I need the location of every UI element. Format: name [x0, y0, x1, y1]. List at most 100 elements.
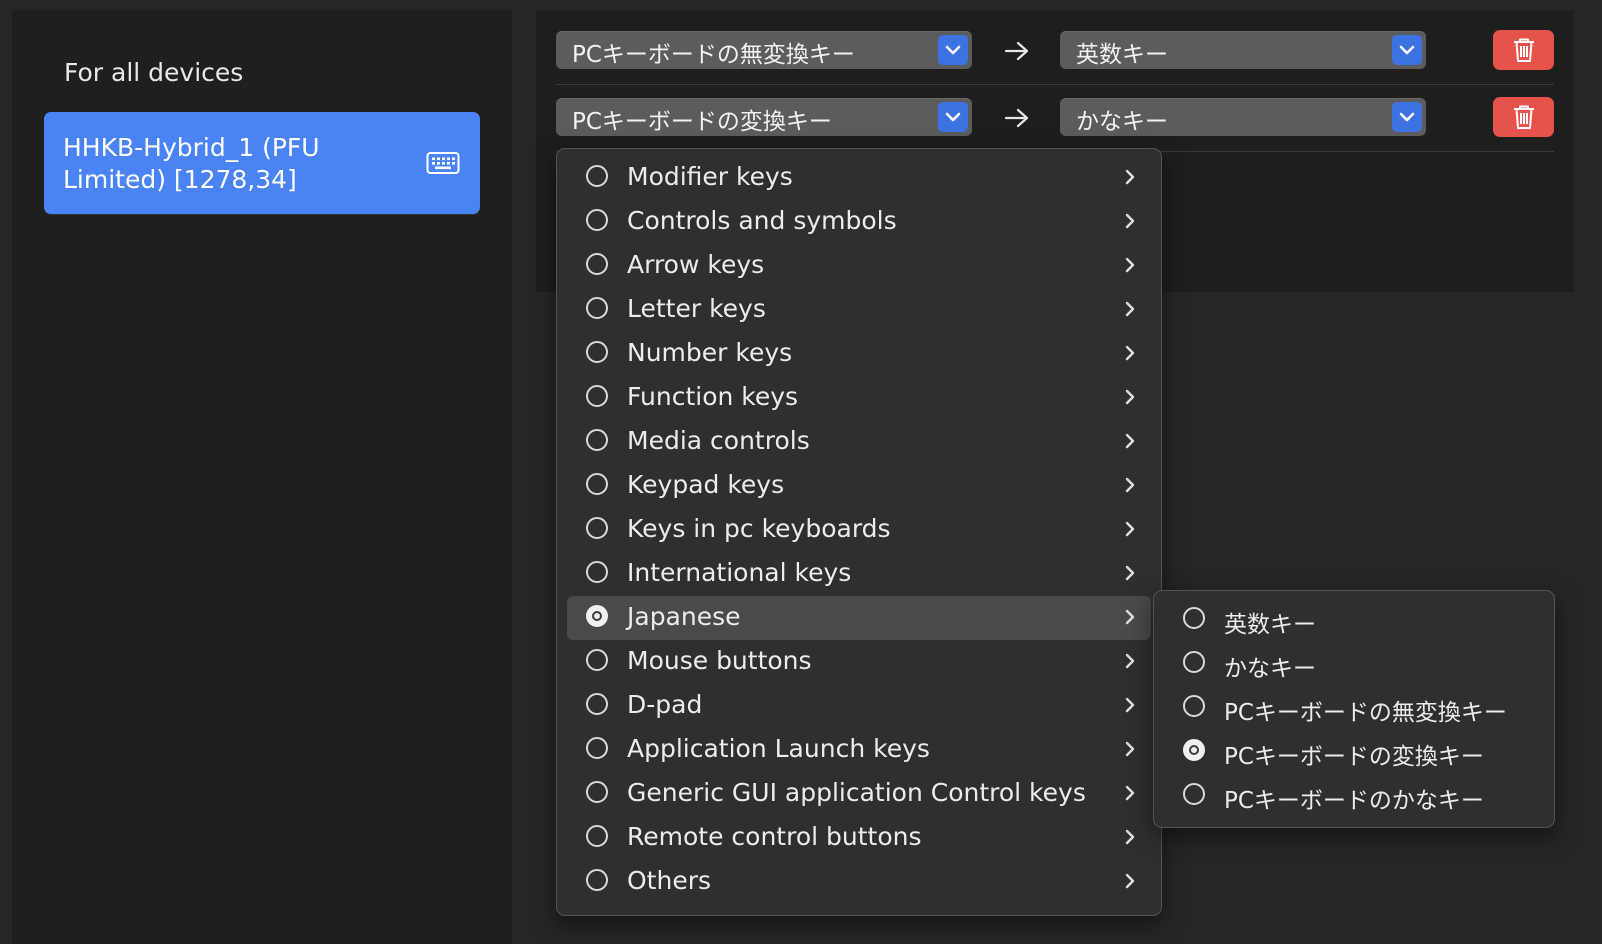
category-menu-item[interactable]: Generic GUI application Control keys — [567, 772, 1151, 816]
category-menu-item[interactable]: Japanese — [567, 596, 1151, 640]
category-menu-item-label: International keys — [627, 558, 852, 587]
category-menu-item-label: Application Launch keys — [627, 734, 930, 763]
radio-icon — [1183, 651, 1205, 673]
category-menu-item[interactable]: Keypad keys — [567, 464, 1151, 508]
chevron-right-icon — [1124, 300, 1136, 318]
category-menu-item[interactable]: Others — [567, 860, 1151, 904]
category-menu-item-label: Remote control buttons — [627, 822, 922, 851]
trash-icon — [1514, 38, 1534, 62]
radio-icon — [586, 781, 608, 803]
category-menu-item[interactable]: Mouse buttons — [567, 640, 1151, 684]
japanese-key-item[interactable]: かなキー — [1164, 642, 1544, 686]
category-menu-item-label: Controls and symbols — [627, 206, 897, 235]
from-key-label-1: PCキーボードの無変換キー — [572, 42, 855, 68]
chevron-right-icon — [1124, 256, 1136, 274]
sidebar: For all devices HHKB-Hybrid_1 (PFU Limit… — [12, 10, 512, 944]
radio-icon — [586, 517, 608, 539]
chevron-down-icon — [938, 35, 968, 65]
category-menu-item-label: Mouse buttons — [627, 646, 812, 675]
category-menu-item-label: Function keys — [627, 382, 799, 411]
chevron-right-icon — [1124, 168, 1136, 186]
category-menu-item[interactable]: Controls and symbols — [567, 200, 1151, 244]
radio-icon — [1183, 783, 1205, 805]
category-menu-item-label: Generic GUI application Control keys — [627, 778, 1086, 807]
category-menu-item[interactable]: Remote control buttons — [567, 816, 1151, 860]
radio-icon — [586, 473, 608, 495]
japanese-key-item-label: かなキー — [1224, 656, 1316, 682]
from-key-label-2: PCキーボードの変換キー — [572, 109, 832, 135]
category-menu-item[interactable]: Application Launch keys — [567, 728, 1151, 772]
chevron-right-icon — [1124, 476, 1136, 494]
device-label-line2: Limited) [1278,34] — [63, 165, 297, 194]
category-menu-item-label: Arrow keys — [627, 250, 765, 279]
category-menu-item-label: Japanese — [627, 602, 741, 631]
chevron-right-icon — [1124, 696, 1136, 714]
chevron-right-icon — [1124, 608, 1136, 626]
from-key-select-1[interactable]: PCキーボードの無変換キー — [556, 31, 972, 69]
japanese-submenu: 英数キーかなキー PCキーボードの無変換キー PCキーボードの変換キー PCキーボード… — [1153, 590, 1555, 828]
chevron-down-icon — [1392, 102, 1422, 132]
radio-icon — [586, 825, 608, 847]
category-menu-item[interactable]: Media controls — [567, 420, 1151, 464]
category-menu-item-label: Others — [627, 866, 712, 895]
japanese-key-item[interactable]: PCキーボードの無変換キー — [1164, 686, 1544, 730]
radio-selected-icon — [586, 605, 608, 627]
radio-icon — [586, 429, 608, 451]
to-key-select-1[interactable]: 英数キー — [1060, 31, 1426, 69]
to-key-label-1: 英数キー — [1076, 42, 1168, 68]
chevron-right-icon — [1124, 828, 1136, 846]
from-key-select-2[interactable]: PCキーボードの変換キー — [556, 98, 972, 136]
device-label-line1: HHKB-Hybrid_1 (PFU — [63, 133, 320, 162]
sidebar-header: For all devices — [64, 58, 244, 87]
category-menu-item-label: Keypad keys — [627, 470, 785, 499]
category-menu-item-label: D-pad — [627, 690, 703, 719]
category-menu-item[interactable]: International keys — [567, 552, 1151, 596]
radio-icon — [586, 253, 608, 275]
category-menu: Modifier keys Controls and symbols Arrow k… — [556, 148, 1162, 916]
japanese-key-item[interactable]: PCキーボードのかなキー — [1164, 774, 1544, 818]
device-list-item[interactable]: HHKB-Hybrid_1 (PFU Limited) [1278,34] — [44, 112, 480, 214]
category-menu-item[interactable]: Keys in pc keyboards — [567, 508, 1151, 552]
category-menu-item-label: Keys in pc keyboards — [627, 514, 891, 543]
chevron-right-icon — [1124, 520, 1136, 538]
keyboard-icon — [426, 152, 460, 174]
category-menu-item[interactable]: Number keys — [567, 332, 1151, 376]
arrow-right-icon — [1004, 41, 1029, 61]
chevron-right-icon — [1124, 388, 1136, 406]
radio-icon — [586, 385, 608, 407]
radio-icon — [1183, 607, 1205, 629]
delete-mapping-button-2[interactable] — [1493, 97, 1554, 137]
category-menu-item[interactable]: Modifier keys — [567, 156, 1151, 200]
to-key-select-2[interactable]: かなキー — [1060, 98, 1426, 136]
delete-mapping-button-1[interactable] — [1493, 30, 1554, 70]
category-menu-item-label: Media controls — [627, 426, 810, 455]
chevron-right-icon — [1124, 740, 1136, 758]
radio-icon — [586, 165, 608, 187]
chevron-right-icon — [1124, 872, 1136, 890]
chevron-right-icon — [1124, 212, 1136, 230]
chevron-down-icon — [938, 102, 968, 132]
row-divider — [556, 84, 1554, 85]
japanese-key-item-label: PCキーボードの変換キー — [1224, 744, 1484, 770]
category-menu-item[interactable]: D-pad — [567, 684, 1151, 728]
category-menu-item-label: Number keys — [627, 338, 793, 367]
japanese-key-item-label: 英数キー — [1224, 612, 1316, 638]
radio-icon — [586, 209, 608, 231]
category-menu-item[interactable]: Arrow keys — [567, 244, 1151, 288]
japanese-key-item[interactable]: 英数キー — [1164, 598, 1544, 642]
category-menu-item-label: Modifier keys — [627, 162, 793, 191]
trash-icon — [1514, 105, 1534, 129]
radio-icon — [1183, 695, 1205, 717]
device-label: HHKB-Hybrid_1 (PFU Limited) [1278,34] — [63, 132, 393, 196]
arrow-right-icon — [1004, 108, 1029, 128]
japanese-key-item-label: PCキーボードの無変換キー — [1224, 700, 1507, 726]
japanese-key-item-label: PCキーボードのかなキー — [1224, 788, 1484, 814]
radio-icon — [586, 561, 608, 583]
category-menu-item[interactable]: Letter keys — [567, 288, 1151, 332]
category-menu-item[interactable]: Function keys — [567, 376, 1151, 420]
radio-selected-icon — [1183, 739, 1205, 761]
radio-icon — [586, 649, 608, 671]
chevron-down-icon — [1392, 35, 1422, 65]
japanese-key-item[interactable]: PCキーボードの変換キー — [1164, 730, 1544, 774]
radio-icon — [586, 693, 608, 715]
